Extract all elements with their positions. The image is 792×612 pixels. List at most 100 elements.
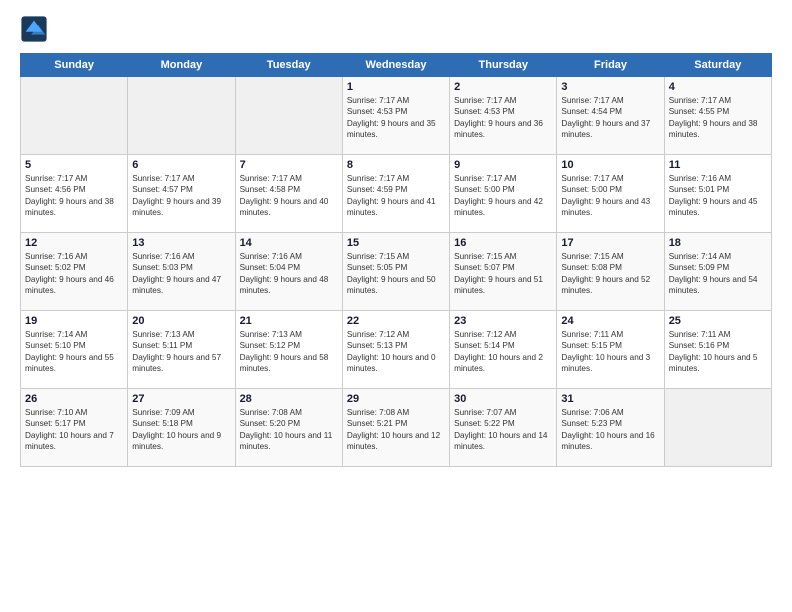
calendar-cell: [128, 77, 235, 155]
weekday-header: Sunday: [21, 54, 128, 77]
logo: [20, 15, 52, 43]
day-info: Sunrise: 7:17 AM Sunset: 4:53 PM Dayligh…: [347, 95, 445, 141]
day-info: Sunrise: 7:08 AM Sunset: 5:21 PM Dayligh…: [347, 407, 445, 453]
day-number: 27: [132, 393, 230, 405]
weekday-header: Tuesday: [235, 54, 342, 77]
day-info: Sunrise: 7:06 AM Sunset: 5:23 PM Dayligh…: [561, 407, 659, 453]
calendar-cell: 11 Sunrise: 7:16 AM Sunset: 5:01 PM Dayli…: [664, 155, 771, 233]
day-number: 14: [240, 237, 338, 249]
day-info: Sunrise: 7:14 AM Sunset: 5:10 PM Dayligh…: [25, 329, 123, 375]
calendar-cell: 27Sunrise: 7:09 AM Sunset: 5:18 PM Dayli…: [128, 389, 235, 467]
weekday-header: Thursday: [450, 54, 557, 77]
day-number: 31: [561, 393, 659, 405]
day-number: 1: [347, 81, 445, 93]
day-number: 4: [669, 81, 767, 93]
calendar-cell: 31 Sunrise: 7:06 AM Sunset: 5:23 PM Dayli…: [557, 389, 664, 467]
day-info: Sunrise: 7:15 AM Sunset: 5:07 PM Dayligh…: [454, 251, 552, 297]
calendar-cell: 23 Sunrise: 7:12 AM Sunset: 5:14 PM Dayli…: [450, 311, 557, 389]
calendar-cell: 8 Sunrise: 7:17 AM Sunset: 4:59 PM Daylig…: [342, 155, 449, 233]
day-info: Sunrise: 7:10 AM Sunset: 5:17 PM Dayligh…: [25, 407, 123, 453]
day-number: 16: [454, 237, 552, 249]
day-info: Sunrise: 7:17 AM Sunset: 4:56 PM Dayligh…: [25, 173, 123, 219]
calendar-cell: 21 Sunrise: 7:13 AM Sunset: 5:12 PM Dayli…: [235, 311, 342, 389]
calendar-cell: 15 Sunrise: 7:15 AM Sunset: 5:05 PM Dayli…: [342, 233, 449, 311]
day-info: Sunrise: 7:17 AM Sunset: 4:54 PM Dayligh…: [561, 95, 659, 141]
weekday-header: Saturday: [664, 54, 771, 77]
calendar-cell: 26Sunrise: 7:10 AM Sunset: 5:17 PM Dayli…: [21, 389, 128, 467]
calendar-cell: 2 Sunrise: 7:17 AM Sunset: 4:53 PM Daylig…: [450, 77, 557, 155]
day-number: 29: [347, 393, 445, 405]
calendar-week-row: 1 Sunrise: 7:17 AM Sunset: 4:53 PM Daylig…: [21, 77, 772, 155]
calendar-cell: [235, 77, 342, 155]
page-header: [20, 15, 772, 43]
day-info: Sunrise: 7:17 AM Sunset: 4:55 PM Dayligh…: [669, 95, 767, 141]
day-info: Sunrise: 7:12 AM Sunset: 5:13 PM Dayligh…: [347, 329, 445, 375]
day-number: 15: [347, 237, 445, 249]
day-info: Sunrise: 7:11 AM Sunset: 5:15 PM Dayligh…: [561, 329, 659, 375]
day-info: Sunrise: 7:17 AM Sunset: 4:57 PM Dayligh…: [132, 173, 230, 219]
day-info: Sunrise: 7:11 AM Sunset: 5:16 PM Dayligh…: [669, 329, 767, 375]
calendar-cell: 14Sunrise: 7:16 AM Sunset: 5:04 PM Dayli…: [235, 233, 342, 311]
calendar-week-row: 19 Sunrise: 7:14 AM Sunset: 5:10 PM Dayli…: [21, 311, 772, 389]
calendar-cell: 19 Sunrise: 7:14 AM Sunset: 5:10 PM Dayli…: [21, 311, 128, 389]
calendar-cell: 28Sunrise: 7:08 AM Sunset: 5:20 PM Dayli…: [235, 389, 342, 467]
calendar-cell: 20 Sunrise: 7:13 AM Sunset: 5:11 PM Dayli…: [128, 311, 235, 389]
day-info: Sunrise: 7:15 AM Sunset: 5:05 PM Dayligh…: [347, 251, 445, 297]
calendar-cell: 13Sunrise: 7:16 AM Sunset: 5:03 PM Dayli…: [128, 233, 235, 311]
day-info: Sunrise: 7:07 AM Sunset: 5:22 PM Dayligh…: [454, 407, 552, 453]
calendar-cell: 25 Sunrise: 7:11 AM Sunset: 5:16 PM Dayli…: [664, 311, 771, 389]
calendar-week-row: 26Sunrise: 7:10 AM Sunset: 5:17 PM Dayli…: [21, 389, 772, 467]
calendar-week-row: 5Sunrise: 7:17 AM Sunset: 4:56 PM Daylig…: [21, 155, 772, 233]
day-number: 11: [669, 159, 767, 171]
calendar-cell: 18 Sunrise: 7:14 AM Sunset: 5:09 PM Dayli…: [664, 233, 771, 311]
day-info: Sunrise: 7:15 AM Sunset: 5:08 PM Dayligh…: [561, 251, 659, 297]
day-info: Sunrise: 7:14 AM Sunset: 5:09 PM Dayligh…: [669, 251, 767, 297]
day-number: 19: [25, 315, 123, 327]
calendar-cell: 22 Sunrise: 7:12 AM Sunset: 5:13 PM Dayli…: [342, 311, 449, 389]
day-number: 28: [240, 393, 338, 405]
day-number: 20: [132, 315, 230, 327]
day-info: Sunrise: 7:17 AM Sunset: 5:00 PM Dayligh…: [561, 173, 659, 219]
header-row: SundayMondayTuesdayWednesdayThursdayFrid…: [21, 54, 772, 77]
day-info: Sunrise: 7:16 AM Sunset: 5:01 PM Dayligh…: [669, 173, 767, 219]
calendar-cell: [664, 389, 771, 467]
weekday-header: Friday: [557, 54, 664, 77]
calendar-body: 1 Sunrise: 7:17 AM Sunset: 4:53 PM Daylig…: [21, 77, 772, 467]
calendar-header: SundayMondayTuesdayWednesdayThursdayFrid…: [21, 54, 772, 77]
calendar-cell: 4 Sunrise: 7:17 AM Sunset: 4:55 PM Daylig…: [664, 77, 771, 155]
logo-icon: [20, 15, 48, 43]
calendar-cell: 7Sunrise: 7:17 AM Sunset: 4:58 PM Daylig…: [235, 155, 342, 233]
calendar-cell: 10Sunrise: 7:17 AM Sunset: 5:00 PM Dayli…: [557, 155, 664, 233]
day-number: 3: [561, 81, 659, 93]
day-number: 9: [454, 159, 552, 171]
calendar-cell: [21, 77, 128, 155]
day-info: Sunrise: 7:16 AM Sunset: 5:03 PM Dayligh…: [132, 251, 230, 297]
calendar-cell: 6 Sunrise: 7:17 AM Sunset: 4:57 PM Daylig…: [128, 155, 235, 233]
day-info: Sunrise: 7:12 AM Sunset: 5:14 PM Dayligh…: [454, 329, 552, 375]
day-number: 25: [669, 315, 767, 327]
day-info: Sunrise: 7:17 AM Sunset: 5:00 PM Dayligh…: [454, 173, 552, 219]
weekday-header: Monday: [128, 54, 235, 77]
day-number: 12: [25, 237, 123, 249]
day-number: 8: [347, 159, 445, 171]
day-number: 2: [454, 81, 552, 93]
calendar-table: SundayMondayTuesdayWednesdayThursdayFrid…: [20, 53, 772, 467]
day-number: 23: [454, 315, 552, 327]
day-info: Sunrise: 7:16 AM Sunset: 5:02 PM Dayligh…: [25, 251, 123, 297]
day-number: 30: [454, 393, 552, 405]
day-number: 18: [669, 237, 767, 249]
calendar-cell: 29 Sunrise: 7:08 AM Sunset: 5:21 PM Dayli…: [342, 389, 449, 467]
day-number: 21: [240, 315, 338, 327]
day-number: 22: [347, 315, 445, 327]
day-info: Sunrise: 7:17 AM Sunset: 4:53 PM Dayligh…: [454, 95, 552, 141]
calendar-cell: 1 Sunrise: 7:17 AM Sunset: 4:53 PM Daylig…: [342, 77, 449, 155]
calendar-cell: 24Sunrise: 7:11 AM Sunset: 5:15 PM Dayli…: [557, 311, 664, 389]
calendar-cell: 30 Sunrise: 7:07 AM Sunset: 5:22 PM Dayli…: [450, 389, 557, 467]
day-number: 17: [561, 237, 659, 249]
day-info: Sunrise: 7:13 AM Sunset: 5:12 PM Dayligh…: [240, 329, 338, 375]
calendar-cell: 16 Sunrise: 7:15 AM Sunset: 5:07 PM Dayli…: [450, 233, 557, 311]
day-number: 6: [132, 159, 230, 171]
day-number: 7: [240, 159, 338, 171]
day-info: Sunrise: 7:13 AM Sunset: 5:11 PM Dayligh…: [132, 329, 230, 375]
day-info: Sunrise: 7:17 AM Sunset: 4:59 PM Dayligh…: [347, 173, 445, 219]
